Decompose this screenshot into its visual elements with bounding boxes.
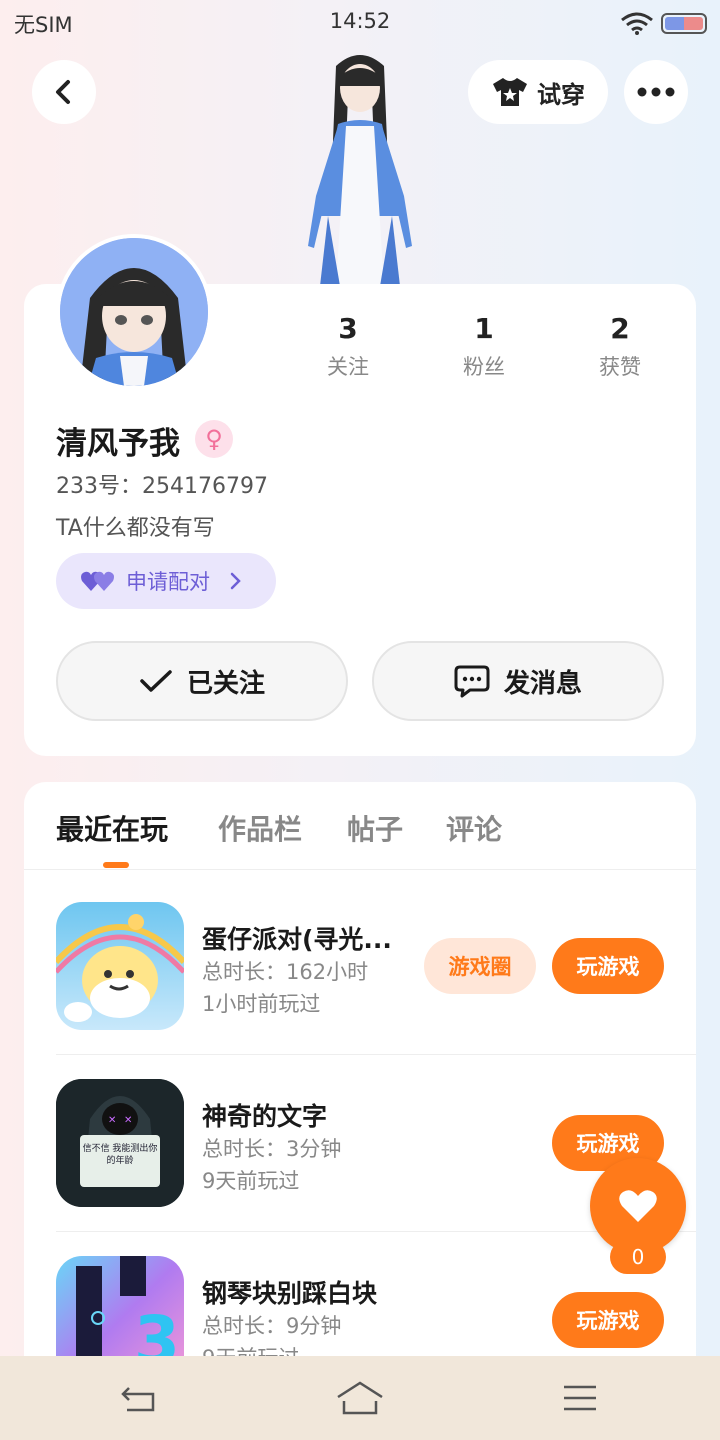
like-count: 0: [610, 1240, 666, 1274]
system-nav-bar: [0, 1356, 720, 1440]
try-on-button[interactable]: 试穿: [468, 60, 608, 124]
pair-label: 申请配对: [126, 570, 210, 594]
female-icon: ♀: [195, 420, 233, 458]
battery-icon: [661, 13, 707, 34]
follow-button[interactable]: 已关注: [56, 641, 348, 721]
user-name: 清风予我: [56, 426, 180, 462]
svg-text:✕: ✕: [124, 1115, 132, 1126]
fans-label: 粉丝: [463, 355, 505, 379]
play-game-button[interactable]: 玩游戏: [552, 938, 664, 994]
play-game-button[interactable]: 玩游戏: [552, 1292, 664, 1348]
chevron-right-icon: [230, 572, 241, 590]
nav-home-button[interactable]: [330, 1376, 390, 1420]
game-icon-magic-words[interactable]: ✕ ✕ 信不信 我能测出你的年龄: [56, 1079, 184, 1207]
nav-recents-button[interactable]: [550, 1376, 610, 1420]
following-label: 关注: [327, 355, 369, 379]
game-title: 神奇的文字: [202, 1102, 328, 1131]
message-label: 发消息: [503, 668, 582, 699]
tshirt-icon: [493, 78, 527, 106]
user-bio: TA什么都没有写: [56, 516, 215, 541]
chevron-left-icon: [56, 80, 70, 104]
game-duration: 总时长：9分钟: [202, 1314, 342, 1338]
try-on-label: 试穿: [537, 80, 585, 109]
game-last-played: 1小时前玩过: [202, 992, 321, 1016]
likes-label: 获赞: [599, 355, 641, 379]
tab-posts[interactable]: 帖子: [347, 808, 403, 848]
game-title: 钢琴块别踩白块: [202, 1279, 378, 1308]
avatar[interactable]: [56, 234, 212, 390]
tab-indicator: [103, 862, 129, 868]
game-duration: 总时长：3分钟: [202, 1137, 342, 1161]
back-button[interactable]: [32, 60, 96, 124]
likes-count: 2: [610, 312, 630, 345]
check-icon: [140, 670, 172, 692]
game-circle-button[interactable]: 游戏圈: [424, 938, 536, 994]
tab-works[interactable]: 作品栏: [218, 808, 302, 848]
svg-text:✕: ✕: [108, 1115, 116, 1126]
menu-lines-icon: [564, 1385, 596, 1411]
more-dots-icon: [637, 87, 675, 97]
game-icon-text: 信不信 我能测出你的年龄: [82, 1144, 158, 1166]
home-icon: [337, 1381, 383, 1415]
clock: 14:52: [329, 9, 391, 33]
follow-label: 已关注: [186, 668, 265, 699]
stat-following[interactable]: 3 关注: [298, 312, 398, 381]
game-title: 蛋仔派对(寻光...: [202, 925, 392, 954]
more-button[interactable]: [624, 60, 688, 124]
game-duration: 总时长：162小时: [202, 960, 369, 984]
tab-comments[interactable]: 评论: [446, 808, 502, 848]
nav-back-button[interactable]: [108, 1376, 168, 1420]
double-heart-icon: [81, 571, 114, 591]
chat-bubble-icon: [454, 665, 490, 698]
stat-fans[interactable]: 1 粉丝: [434, 312, 534, 381]
game-icon-eggy-party[interactable]: [56, 902, 184, 1030]
user-id: 233号：254176797: [56, 474, 268, 499]
tab-divider: [24, 869, 696, 870]
stat-likes[interactable]: 2 获赞: [570, 312, 670, 381]
heart-icon: [619, 1190, 657, 1222]
avatar-image: [60, 238, 208, 386]
pair-request-button[interactable]: 申请配对: [56, 553, 276, 609]
game-last-played: 9天前玩过: [202, 1169, 300, 1193]
tab-recently-played[interactable]: 最近在玩: [56, 808, 168, 848]
back-arrow-icon: [121, 1387, 155, 1412]
fans-count: 1: [474, 312, 494, 345]
game-item[interactable]: 蛋仔派对(寻光... 总时长：162小时 1小时前玩过 游戏圈 玩游戏: [24, 878, 696, 1054]
character-model: [308, 55, 412, 286]
wifi-icon: [621, 12, 653, 35]
message-button[interactable]: 发消息: [372, 641, 664, 721]
status-bar: 无SIM 14:52: [0, 0, 720, 44]
following-count: 3: [338, 312, 358, 345]
